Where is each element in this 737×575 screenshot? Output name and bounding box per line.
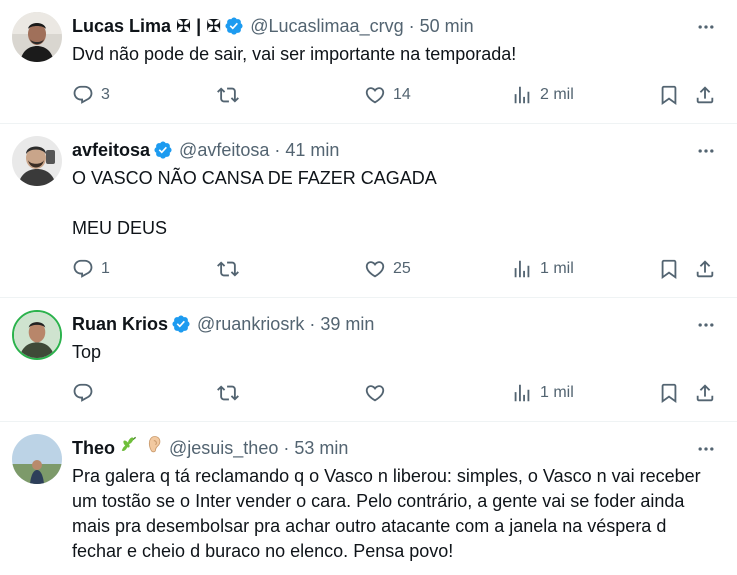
more-options-icon[interactable] <box>693 312 719 338</box>
tweet[interactable]: avfeitosa @avfeitosa · 41 min O VASCO NÃ… <box>0 124 737 298</box>
verified-badge-icon <box>172 315 190 333</box>
share-icon <box>696 86 714 104</box>
retweet-icon <box>217 261 239 277</box>
tweet[interactable]: Theo @jesuis_theo · 53 min Pra galera q … <box>0 422 737 575</box>
views-chart-icon <box>514 384 530 402</box>
timestamp[interactable]: 53 min <box>294 434 348 462</box>
author-handle[interactable]: @Lucaslimaa_crvg <box>250 12 403 40</box>
avatar[interactable] <box>12 12 62 62</box>
like-button[interactable]: 14 <box>364 80 411 110</box>
share-icon <box>696 384 714 402</box>
tweet[interactable]: Lucas Lima ✠ | ✠ @Lucaslimaa_crvg · 50 m… <box>0 0 737 124</box>
reply-count: 1 <box>101 260 110 277</box>
verified-badge-icon <box>154 141 172 159</box>
tweet-text: O VASCO NÃO CANSA DE FAZER CAGADA MEU DE… <box>72 168 437 238</box>
view-count: 1 mil <box>540 260 574 277</box>
reply-count: 3 <box>101 86 110 103</box>
views-button[interactable]: 1 mil <box>511 378 574 408</box>
action-bar: 3 14 2 mil <box>72 80 721 110</box>
reply-button[interactable] <box>72 378 101 408</box>
like-count: 25 <box>393 260 411 277</box>
author-handle[interactable]: @ruankriosrk <box>197 310 304 338</box>
leaf-emoji-icon <box>119 434 139 462</box>
share-icon <box>696 260 714 278</box>
tweet[interactable]: Ruan Krios @ruankriosrk · 39 min Top 1 m… <box>0 298 737 422</box>
like-button[interactable] <box>364 378 393 408</box>
separator-dot: · <box>309 314 316 334</box>
timestamp[interactable]: 50 min <box>420 12 474 40</box>
separator-dot: · <box>283 438 290 458</box>
verified-badge-icon <box>225 17 243 35</box>
avatar[interactable] <box>12 136 62 186</box>
like-button[interactable]: 25 <box>364 254 411 284</box>
bookmark-button[interactable] <box>658 254 680 284</box>
action-bar: 1 25 1 mil <box>72 254 721 284</box>
tweet-text: Dvd não pode de sair, vai ser importante… <box>72 44 517 64</box>
retweet-button[interactable] <box>217 80 246 110</box>
retweet-icon <box>217 385 239 401</box>
avatar[interactable] <box>12 434 62 484</box>
separator-dot: · <box>274 140 281 160</box>
tweet-text: Top <box>72 342 102 362</box>
author-name[interactable]: Theo <box>72 434 115 462</box>
heart-icon <box>365 87 385 104</box>
views-button[interactable]: 1 mil <box>511 254 574 284</box>
heart-icon <box>365 261 385 278</box>
reply-icon <box>73 85 93 104</box>
share-button[interactable] <box>694 378 716 408</box>
bookmark-button[interactable] <box>658 378 680 408</box>
like-count: 14 <box>393 86 411 103</box>
retweet-button[interactable] <box>217 378 246 408</box>
more-options-icon[interactable] <box>693 138 719 164</box>
more-options-icon[interactable] <box>693 14 719 40</box>
author-name[interactable]: Ruan Krios <box>72 310 168 338</box>
views-chart-icon <box>514 86 530 104</box>
author-name[interactable]: avfeitosa <box>72 136 150 164</box>
tweet-text: Pra galera q tá reclamando q o Vasco n l… <box>72 466 701 561</box>
view-count: 1 mil <box>540 384 574 401</box>
author-handle[interactable]: @jesuis_theo <box>169 434 278 462</box>
retweet-button[interactable] <box>217 254 246 284</box>
timestamp[interactable]: 41 min <box>285 136 339 164</box>
share-button[interactable] <box>694 80 716 110</box>
reply-icon <box>73 383 93 402</box>
bookmark-icon <box>661 85 677 106</box>
bookmark-icon <box>661 383 677 404</box>
reply-feed: Lucas Lima ✠ | ✠ @Lucaslimaa_crvg · 50 m… <box>0 0 737 575</box>
reply-button[interactable]: 3 <box>72 80 110 110</box>
heart-icon <box>365 385 385 402</box>
views-chart-icon <box>514 260 530 278</box>
action-bar: 1 mil <box>72 378 721 408</box>
separator-dot: · <box>408 16 415 36</box>
retweet-icon <box>217 87 239 103</box>
more-options-icon[interactable] <box>693 436 719 462</box>
reply-button[interactable]: 1 <box>72 254 110 284</box>
bookmark-icon <box>661 259 677 280</box>
ear-emoji-icon <box>143 434 163 462</box>
avatar[interactable] <box>12 310 62 360</box>
reply-icon <box>73 259 93 278</box>
views-button[interactable]: 2 mil <box>511 80 574 110</box>
view-count: 2 mil <box>540 86 574 103</box>
author-name[interactable]: Lucas Lima ✠ | ✠ <box>72 12 221 40</box>
timestamp[interactable]: 39 min <box>320 310 374 338</box>
author-handle[interactable]: @avfeitosa <box>179 136 269 164</box>
share-button[interactable] <box>694 254 716 284</box>
bookmark-button[interactable] <box>658 80 680 110</box>
